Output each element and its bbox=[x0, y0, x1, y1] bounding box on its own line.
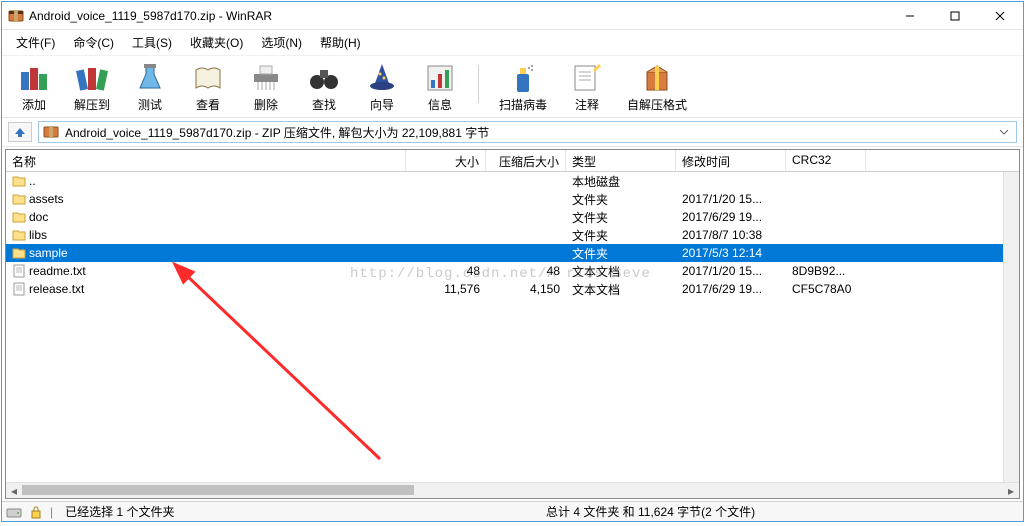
toolbar-info[interactable]: 信息 bbox=[418, 60, 462, 115]
note-pencil-icon bbox=[571, 62, 603, 94]
drive-icon bbox=[6, 505, 22, 519]
list-body[interactable]: ..本地磁盘assets文件夹2017/1/20 15...doc文件夹2017… bbox=[6, 172, 1019, 482]
toolbar: 添加 解压到 测试 查看 删除 查找 向导 信息 bbox=[2, 56, 1023, 118]
toolbar-test[interactable]: 测试 bbox=[128, 60, 172, 115]
address-dropdown[interactable] bbox=[996, 129, 1012, 135]
toolbar-find[interactable]: 查找 bbox=[302, 60, 346, 115]
scroll-thumb[interactable] bbox=[22, 485, 414, 495]
spray-icon bbox=[507, 62, 539, 94]
toolbar-sfx[interactable]: 自解压格式 bbox=[623, 60, 691, 115]
menu-file[interactable]: 文件(F) bbox=[8, 32, 63, 53]
toolbar-wizard[interactable]: 向导 bbox=[360, 60, 404, 115]
archive-icon bbox=[43, 124, 59, 140]
statusbar: | 已经选择 1 个文件夹 总计 4 文件夹 和 11,624 字节(2 个文件… bbox=[2, 501, 1023, 521]
folder-icon bbox=[12, 174, 26, 188]
folder-icon bbox=[12, 210, 26, 224]
col-type[interactable]: 类型 bbox=[566, 150, 676, 171]
status-left: 已经选择 1 个文件夹 bbox=[59, 503, 180, 520]
status-mid: 总计 4 文件夹 和 11,624 字节(2 个文件) bbox=[540, 503, 761, 520]
wizard-hat-icon bbox=[366, 62, 398, 94]
col-crc[interactable]: CRC32 bbox=[786, 150, 866, 171]
books-stack-icon bbox=[18, 62, 50, 94]
table-row[interactable]: ..本地磁盘 bbox=[6, 172, 1019, 190]
titlebar: Android_voice_1119_5987d170.zip - WinRAR bbox=[2, 2, 1023, 30]
table-row[interactable]: readme.txt4848文本文档2017/1/20 15...8D9B92.… bbox=[6, 262, 1019, 280]
col-packed[interactable]: 压缩后大小 bbox=[486, 150, 566, 171]
col-modified[interactable]: 修改时间 bbox=[676, 150, 786, 171]
column-headers: 名称 大小 压缩后大小 类型 修改时间 CRC32 bbox=[6, 150, 1019, 172]
col-size[interactable]: 大小 bbox=[406, 150, 486, 171]
menu-options[interactable]: 选项(N) bbox=[253, 32, 310, 53]
up-button[interactable] bbox=[8, 122, 32, 142]
folder-icon bbox=[12, 246, 26, 260]
book-open-icon bbox=[192, 62, 224, 94]
menu-tools[interactable]: 工具(S) bbox=[124, 32, 180, 53]
folder-icon bbox=[12, 228, 26, 242]
file-list: 名称 大小 压缩后大小 类型 修改时间 CRC32 ..本地磁盘assets文件… bbox=[5, 149, 1020, 499]
table-row[interactable]: libs文件夹2017/8/7 10:38 bbox=[6, 226, 1019, 244]
file-icon bbox=[12, 264, 26, 278]
address-text: Android_voice_1119_5987d170.zip - ZIP 压缩… bbox=[65, 124, 990, 141]
maximize-button[interactable] bbox=[932, 2, 977, 29]
winrar-window: Android_voice_1119_5987d170.zip - WinRAR… bbox=[1, 1, 1024, 522]
table-row[interactable]: sample文件夹2017/5/3 12:14 bbox=[6, 244, 1019, 262]
scroll-right[interactable]: ▸ bbox=[1003, 484, 1019, 498]
shredder-icon bbox=[250, 62, 282, 94]
toolbar-view[interactable]: 查看 bbox=[186, 60, 230, 115]
toolbar-extract[interactable]: 解压到 bbox=[70, 60, 114, 115]
table-row[interactable]: assets文件夹2017/1/20 15... bbox=[6, 190, 1019, 208]
flask-icon bbox=[134, 62, 166, 94]
scrollbar-horizontal[interactable]: ◂ ▸ bbox=[6, 482, 1019, 498]
scrollbar-vertical[interactable] bbox=[1003, 172, 1019, 482]
folder-icon bbox=[12, 192, 26, 206]
menu-help[interactable]: 帮助(H) bbox=[312, 32, 369, 53]
file-icon bbox=[12, 282, 26, 296]
toolbar-comment[interactable]: 注释 bbox=[565, 60, 609, 115]
package-icon bbox=[641, 62, 673, 94]
address-box[interactable]: Android_voice_1119_5987d170.zip - ZIP 压缩… bbox=[38, 121, 1017, 143]
close-button[interactable] bbox=[977, 2, 1023, 29]
app-icon bbox=[8, 8, 24, 24]
books-open-icon bbox=[76, 62, 108, 94]
menubar: 文件(F) 命令(C) 工具(S) 收藏夹(O) 选项(N) 帮助(H) bbox=[2, 30, 1023, 56]
lock-icon bbox=[28, 505, 44, 519]
col-name[interactable]: 名称 bbox=[6, 150, 406, 171]
minimize-button[interactable] bbox=[887, 2, 932, 29]
table-row[interactable]: doc文件夹2017/6/29 19... bbox=[6, 208, 1019, 226]
menu-favorites[interactable]: 收藏夹(O) bbox=[182, 32, 251, 53]
address-bar: Android_voice_1119_5987d170.zip - ZIP 压缩… bbox=[2, 118, 1023, 147]
menu-commands[interactable]: 命令(C) bbox=[65, 32, 122, 53]
toolbar-scan[interactable]: 扫描病毒 bbox=[495, 60, 551, 115]
toolbar-add[interactable]: 添加 bbox=[12, 60, 56, 115]
window-title: Android_voice_1119_5987d170.zip - WinRAR bbox=[29, 9, 887, 23]
scroll-left[interactable]: ◂ bbox=[6, 484, 22, 498]
up-arrow-icon bbox=[13, 126, 27, 138]
toolbar-delete[interactable]: 删除 bbox=[244, 60, 288, 115]
binoculars-icon bbox=[308, 62, 340, 94]
toolbar-separator bbox=[478, 65, 479, 103]
chart-icon bbox=[424, 62, 456, 94]
table-row[interactable]: release.txt11,5764,150文本文档2017/6/29 19..… bbox=[6, 280, 1019, 298]
